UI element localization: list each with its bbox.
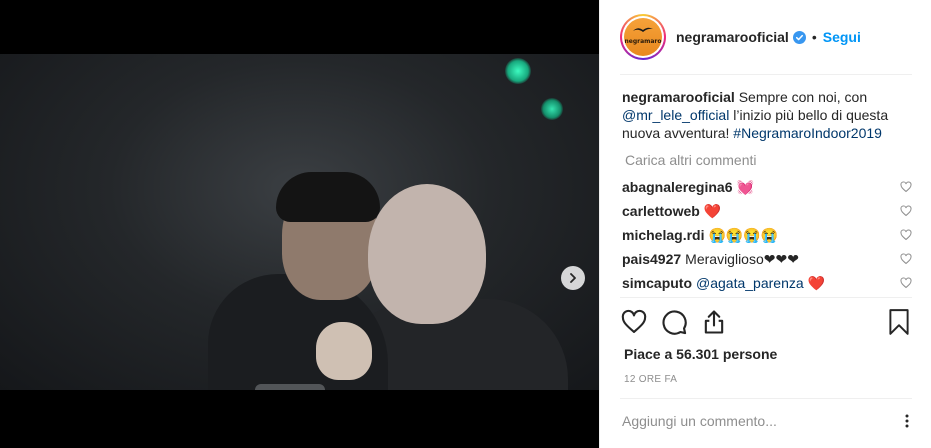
caption-mention[interactable]: @mr_lele_official [622,107,729,123]
post-media[interactable] [0,0,599,448]
carousel-next-button[interactable] [561,266,585,290]
comment-box-divider [620,398,912,399]
verified-badge-icon [792,30,806,44]
sequin-sleeve [255,384,325,390]
bookmark-icon[interactable] [886,308,912,336]
comment-row: michelag.rdi 😭😭😭😭 [622,225,912,245]
comment-content: carlettoweb ❤️ [622,203,721,220]
post-actions [620,306,912,338]
actions-divider [620,297,912,298]
post-side-panel: negramaro negramarooficial • Segui negra… [599,0,931,448]
header-username[interactable]: negramarooficial [676,29,789,45]
dots-icon[interactable] [903,414,911,428]
comment-content: abagnaleregina6 💓 [622,179,754,196]
small-heart-icon[interactable] [900,229,912,241]
comment-username[interactable]: abagnaleregina6 [622,179,733,195]
comment-text: 😭😭😭😭 [708,226,779,243]
caption-hashtag[interactable]: #NegramaroIndoor2019 [733,125,882,141]
small-heart-icon[interactable] [900,181,912,193]
likes-count[interactable]: Piace a 56.301 persone [624,346,777,362]
small-heart-icon[interactable] [900,277,912,289]
comment-text: 💓 [736,178,754,195]
comment-content: pais4927 Meraviglioso❤❤❤ [622,251,799,268]
comment-content: michelag.rdi 😭😭😭😭 [622,227,778,244]
comment-row: abagnaleregina6 💓 [622,177,912,197]
follow-button[interactable]: Segui [823,29,861,45]
avatar-logo-text: negramaro [624,38,662,45]
comment-username[interactable]: michelag.rdi [622,227,704,243]
comment-text: ❤️ [703,202,722,219]
comments-section: negramarooficial Sempre con noi, con @mr… [622,88,912,168]
person-left-hair [276,172,380,222]
small-heart-icon[interactable] [900,253,912,265]
comment-username[interactable]: pais4927 [622,251,681,267]
stage-light [541,98,563,120]
caption: negramarooficial Sempre con noi, con @mr… [622,88,912,142]
comment-username[interactable]: carlettoweb [622,203,700,219]
add-comment-input[interactable] [622,408,882,434]
load-more-comments-button[interactable]: Carica altri commenti [622,152,912,168]
post-header: negramaro negramarooficial • Segui [620,0,912,75]
person-right-head [368,184,486,324]
comment-username[interactable]: simcaputo [622,275,692,291]
next-arrow-icon [570,273,576,283]
stage-light [505,58,531,84]
header-separator: • [811,29,817,45]
bird-logo-icon [633,27,653,32]
caption-text-1: Sempre con noi, con [738,89,868,105]
comment-content: simcaputo @agata_parenza ❤️ [622,275,825,292]
video-frame[interactable] [0,54,599,390]
comment-icon[interactable] [660,308,688,336]
caption-username[interactable]: negramarooficial [622,89,735,105]
share-icon[interactable] [700,308,728,336]
small-heart-icon[interactable] [900,205,912,217]
comment-row: pais4927 Meraviglioso❤❤❤ [622,249,912,269]
comment-text: ❤️ [807,274,825,291]
post-timestamp[interactable]: 12 ORE FA [624,374,677,385]
comment-row: carlettoweb ❤️ [622,201,912,221]
avatar[interactable]: negramaro [620,14,666,60]
comment-text: Meraviglioso❤❤❤ [685,250,799,267]
comment-row: simcaputo @agata_parenza ❤️ [622,273,912,293]
comment-mention[interactable]: @agata_parenza [696,275,804,291]
hand [316,322,372,380]
heart-icon[interactable] [620,308,648,336]
